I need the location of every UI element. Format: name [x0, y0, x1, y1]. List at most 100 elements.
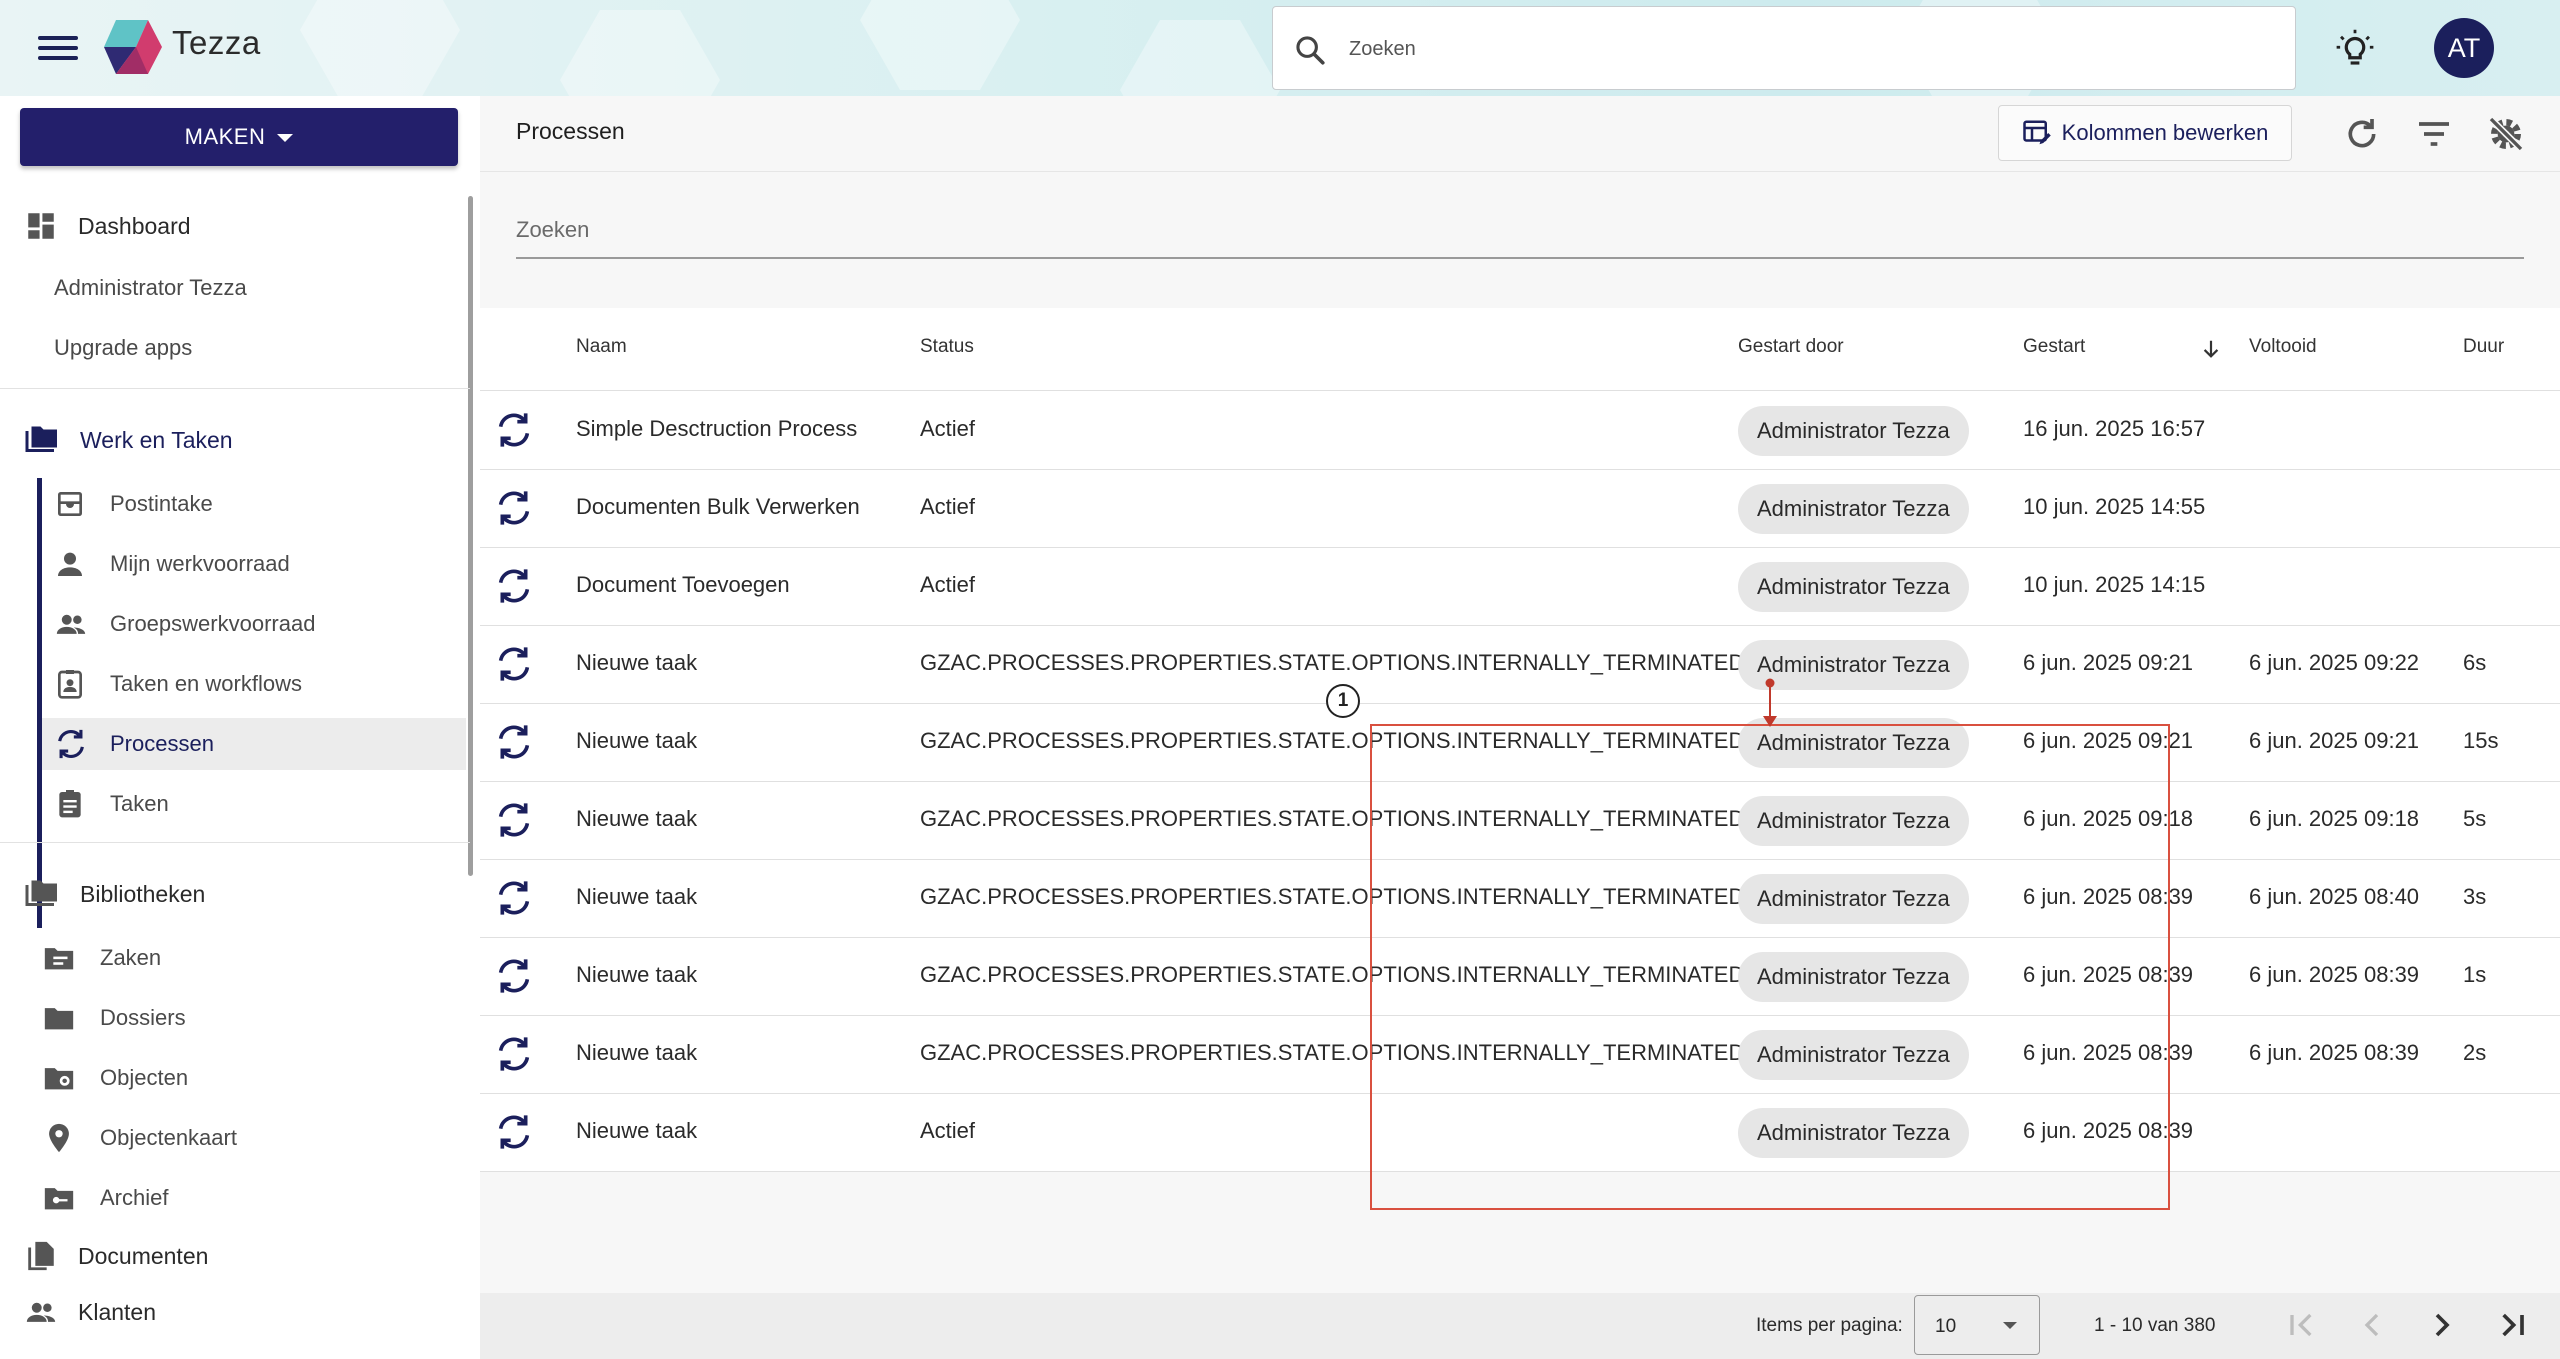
started-by-chip[interactable]: Administrator Tezza [1738, 562, 1969, 612]
process-name[interactable]: Simple Desctruction Process [576, 416, 857, 442]
sync-icon[interactable] [494, 800, 534, 840]
column-header-completed[interactable]: Voltooid [2249, 336, 2317, 358]
process-started: 16 jun. 2025 16:57 [2023, 416, 2206, 441]
page-toolbar: Processen Kolommen bewerken [480, 96, 2560, 172]
process-name[interactable]: Nieuwe taak [576, 728, 697, 754]
process-name[interactable]: Nieuwe taak [576, 1040, 697, 1066]
filter-icon[interactable] [2414, 114, 2454, 154]
caret-down-icon [277, 134, 294, 143]
sidebar-item-label: Dossiers [100, 1005, 186, 1030]
sidebar-item-zaken[interactable]: Zaken [42, 932, 161, 984]
table-row[interactable]: Nieuwe taak Actief Administrator Tezza 6 ju… [480, 1094, 2560, 1172]
process-name[interactable]: Nieuwe taak [576, 1118, 697, 1144]
sort-descending-icon[interactable] [2200, 338, 2222, 360]
map-pin-icon [49, 1123, 69, 1153]
sidebar-item-objecten[interactable]: Objecten [42, 1052, 188, 1104]
process-name[interactable]: Nieuwe taak [576, 806, 697, 832]
process-duration: 15s [2463, 728, 2499, 753]
refresh-icon[interactable] [2342, 114, 2382, 154]
menu-icon[interactable] [36, 30, 80, 70]
sidebar-item-dossiers[interactable]: Dossiers [42, 992, 186, 1044]
column-header-name[interactable]: Naam [576, 336, 627, 358]
column-header-duration[interactable]: Duur [2463, 336, 2504, 358]
sidebar-item-klanten[interactable]: Klanten [24, 1286, 156, 1338]
started-by-chip[interactable]: Administrator Tezza [1738, 406, 1969, 456]
edit-columns-button[interactable]: Kolommen bewerken [1998, 105, 2292, 161]
process-status: GZAC.PROCESSES.PROPERTIES.STATE.OPTIONS.… [920, 884, 1745, 909]
process-name[interactable]: Nieuwe taak [576, 884, 697, 910]
first-page-icon[interactable] [2282, 1305, 2322, 1345]
sidebar-item-taken-en-workflows[interactable]: Taken en workflows [54, 658, 302, 710]
sync-icon[interactable] [494, 956, 534, 996]
sidebar-item-objectenkaart[interactable]: Objectenkaart [42, 1112, 237, 1164]
table-row[interactable]: Nieuwe taak GZAC.PROCESSES.PROPERTIES.STA… [480, 782, 2560, 860]
started-by-chip[interactable]: Administrator Tezza [1738, 796, 1969, 846]
started-by-chip[interactable]: Administrator Tezza [1738, 874, 1969, 924]
table-row[interactable]: Document Toevoegen Actief Administrator Te… [480, 548, 2560, 626]
process-search-input[interactable] [516, 203, 2524, 259]
process-name[interactable]: Nieuwe taak [576, 962, 697, 988]
started-by-chip[interactable]: Administrator Tezza [1738, 1030, 1969, 1080]
sync-icon[interactable] [494, 488, 534, 528]
process-status: GZAC.PROCESSES.PROPERTIES.STATE.OPTIONS.… [920, 728, 1745, 753]
sidebar-item-dashboard[interactable]: Dashboard [24, 200, 191, 252]
sync-icon[interactable] [494, 410, 534, 450]
table-row[interactable]: Nieuwe taak GZAC.PROCESSES.PROPERTIES.STA… [480, 1016, 2560, 1094]
process-name[interactable]: Nieuwe taak [576, 650, 697, 676]
sync-icon[interactable] [494, 878, 534, 918]
sidebar-item-bibliotheken[interactable]: Bibliotheken [24, 868, 205, 920]
process-status: GZAC.PROCESSES.PROPERTIES.STATE.OPTIONS.… [920, 806, 1745, 831]
sync-icon[interactable] [494, 1112, 534, 1152]
table-row[interactable]: Nieuwe taak GZAC.PROCESSES.PROPERTIES.STA… [480, 938, 2560, 1016]
process-status: Actief [920, 1118, 976, 1143]
lightbulb-icon[interactable] [2334, 28, 2376, 70]
global-search[interactable] [1272, 6, 2296, 90]
sidebar-item-documenten[interactable]: Documenten [24, 1230, 208, 1282]
column-header-started-by[interactable]: Gestart door [1738, 336, 1844, 358]
sync-icon[interactable] [494, 722, 534, 762]
started-by-chip[interactable]: Administrator Tezza [1738, 952, 1969, 1002]
sync-icon[interactable] [494, 644, 534, 684]
global-search-input[interactable] [1349, 31, 2249, 67]
process-name[interactable]: Document Toevoegen [576, 572, 790, 598]
create-button-label: MAKEN [184, 124, 266, 149]
sidebar-item-processen[interactable]: Processen [42, 718, 466, 770]
filter-area [480, 173, 2560, 303]
sidebar-item-archief[interactable]: Archief [42, 1172, 168, 1224]
table-row[interactable]: Nieuwe taak GZAC.PROCESSES.PROPERTIES.STA… [480, 626, 2560, 704]
page-range-label: 1 - 10 van 380 [2094, 1315, 2216, 1336]
process-started: 6 jun. 2025 08:39 [2023, 1040, 2194, 1065]
sidebar-item-taken[interactable]: Taken [54, 778, 169, 830]
items-per-page-select[interactable]: 10 [1914, 1295, 2040, 1355]
sync-icon[interactable] [494, 566, 534, 606]
next-page-icon[interactable] [2422, 1305, 2462, 1345]
table-row[interactable]: Documenten Bulk Verwerken Actief Administr… [480, 470, 2560, 548]
sync-icon[interactable] [494, 1034, 534, 1074]
process-name[interactable]: Documenten Bulk Verwerken [576, 494, 860, 520]
table-row[interactable]: Simple Desctruction Process Actief Adminis… [480, 392, 2560, 470]
sidebar-scrollbar[interactable] [468, 196, 473, 876]
paginator: Items per pagina: 10 1 - 10 van 380 [480, 1293, 2560, 1359]
previous-page-icon[interactable] [2352, 1305, 2392, 1345]
sidebar-item-werk-en-taken[interactable]: Werk en Taken [24, 414, 233, 466]
header-decoration [300, 0, 460, 96]
inbox-icon [58, 492, 82, 516]
table-row[interactable]: Nieuwe taak GZAC.PROCESSES.PROPERTIES.STA… [480, 704, 2560, 782]
sidebar-item-postintake[interactable]: Postintake [54, 478, 213, 530]
process-completed: 6 jun. 2025 08:39 [2249, 962, 2420, 987]
settings-off-icon[interactable] [2486, 114, 2526, 154]
column-header-started[interactable]: Gestart [2023, 336, 2085, 358]
sidebar-item-upgrade-apps[interactable]: Upgrade apps [54, 322, 192, 374]
started-by-chip[interactable]: Administrator Tezza [1738, 1108, 1969, 1158]
started-by-chip[interactable]: Administrator Tezza [1738, 484, 1969, 534]
sidebar-item-administrator[interactable]: Administrator Tezza [54, 262, 247, 314]
sidebar-item-mijn-werkvoorraad[interactable]: Mijn werkvoorraad [54, 538, 290, 590]
table-row[interactable]: Nieuwe taak GZAC.PROCESSES.PROPERTIES.STA… [480, 860, 2560, 938]
sidebar-item-label: Werk en Taken [80, 426, 233, 453]
last-page-icon[interactable] [2492, 1305, 2532, 1345]
sidebar-divider [0, 388, 470, 389]
column-header-status[interactable]: Status [920, 336, 974, 358]
create-button[interactable]: MAKEN [20, 108, 458, 166]
user-avatar[interactable]: AT [2434, 18, 2494, 78]
sidebar-item-groepswerkvoorraad[interactable]: Groepswerkvoorraad [54, 598, 315, 650]
